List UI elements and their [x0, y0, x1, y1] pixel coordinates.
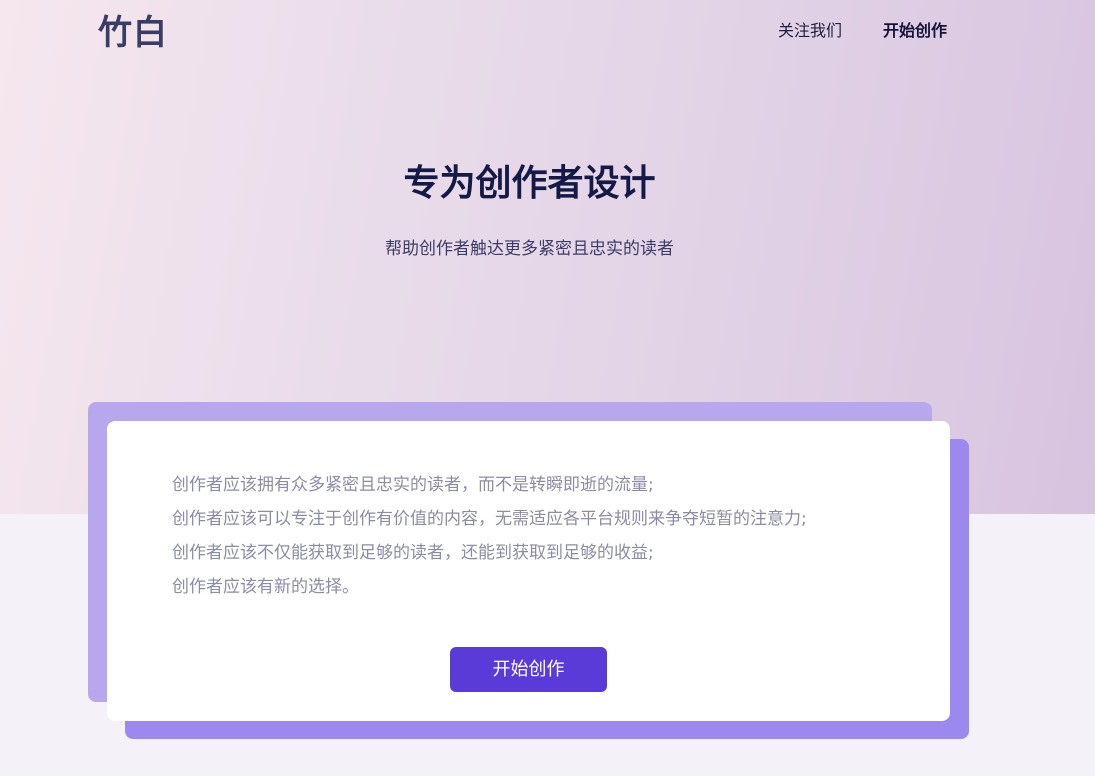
- manifesto-text: 创作者应该拥有众多紧密且忠实的读者，而不是转瞬即逝的流量; 创作者应该可以专注于…: [172, 468, 807, 604]
- manifesto-line: 创作者应该不仅能获取到足够的读者，还能到获取到足够的收益;: [172, 543, 654, 563]
- manifesto-line: 创作者应该拥有众多紧密且忠实的读者，而不是转瞬即逝的流量;: [172, 475, 654, 495]
- site-logo[interactable]: 竹白: [98, 11, 168, 55]
- manifesto-line: 创作者应该可以专注于创作有价值的内容，无需适应各平台规则来争夺短暂的注意力;: [172, 509, 807, 529]
- hero-title: 专为创作者设计: [403, 163, 656, 204]
- nav-follow-us-link[interactable]: 关注我们: [778, 20, 842, 42]
- manifesto-card: 创作者应该拥有众多紧密且忠实的读者，而不是转瞬即逝的流量; 创作者应该可以专注于…: [107, 421, 950, 721]
- manifesto-line: 创作者应该有新的选择。: [172, 577, 359, 597]
- hero-subtitle: 帮助创作者触达更多紧密且忠实的读者: [385, 239, 674, 259]
- start-creating-button[interactable]: 开始创作: [450, 647, 607, 692]
- nav-start-creating-link[interactable]: 开始创作: [883, 20, 947, 42]
